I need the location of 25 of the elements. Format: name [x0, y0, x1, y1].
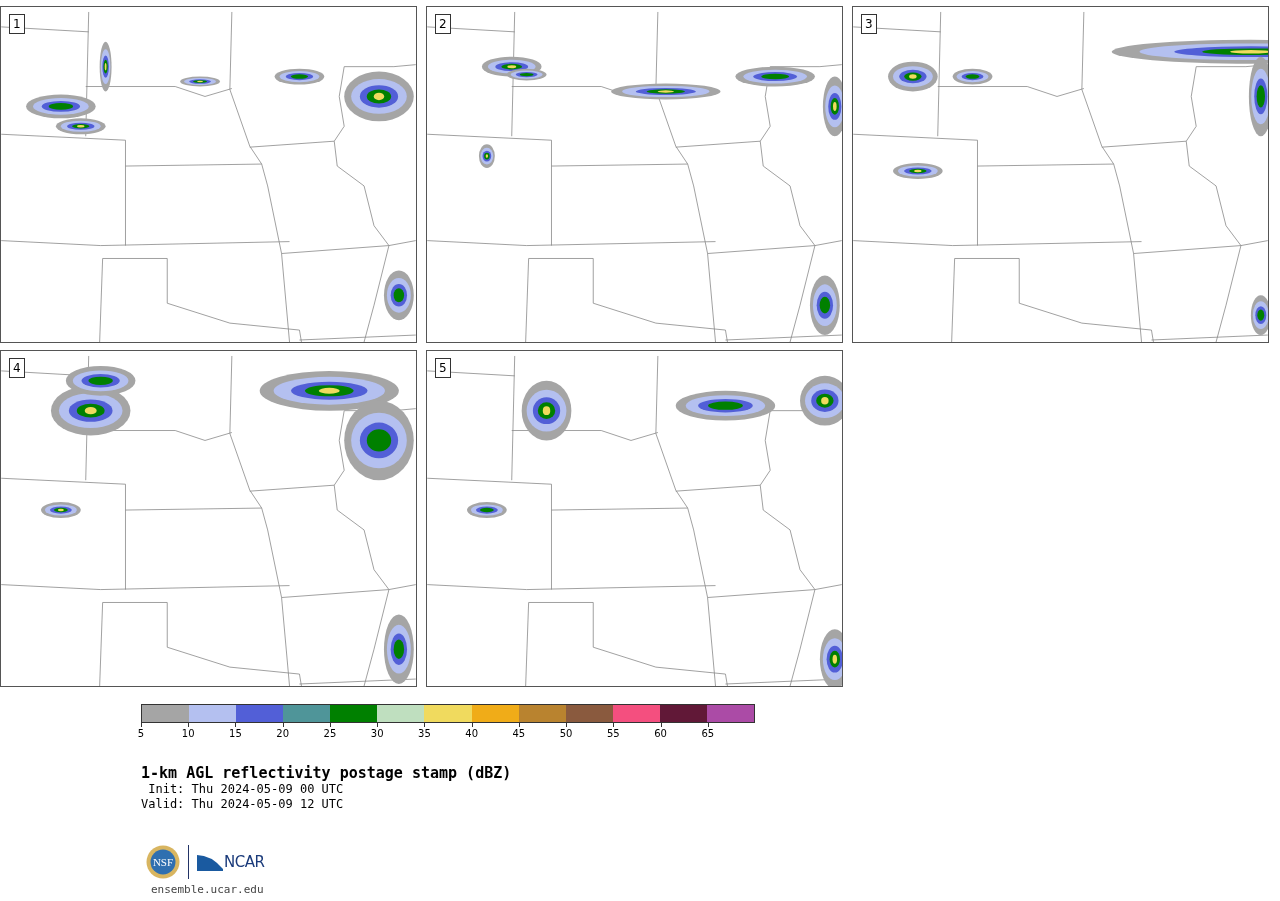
tick-label: 50: [559, 728, 573, 739]
tick-label: 40: [465, 728, 478, 739]
logo-text: NCAR: [224, 853, 265, 871]
tick-label: 65: [701, 728, 715, 739]
init-time: Init: Thu 2024-05-09 00 UTC: [147, 782, 345, 797]
valid-time: Valid: Thu 2024-05-09 12 UTC: [141, 797, 345, 812]
panel-number: 5: [435, 358, 451, 378]
tick-label: 15: [229, 728, 242, 739]
panel-number: 4: [9, 358, 25, 378]
tick-label: 10: [181, 728, 195, 739]
panel-number: 1: [9, 14, 25, 34]
site-url: ensemble.ucar.edu: [151, 883, 265, 896]
tick-label: 25: [323, 728, 337, 739]
tick-label: 45: [512, 728, 526, 739]
logo-text: NSF: [152, 856, 174, 868]
tick-label: 30: [370, 728, 384, 739]
panel-number: 2: [435, 14, 451, 34]
chart-title: 1-km AGL reflectivity postage stamp (dBZ): [141, 764, 513, 782]
panel-number: 3: [861, 14, 877, 34]
tick-label: 5: [137, 728, 145, 739]
tick-label: 60: [654, 728, 667, 739]
swoosh-logo-icon: [197, 853, 223, 871]
tick-label: 20: [276, 728, 290, 739]
tick-label: 35: [418, 728, 431, 739]
tick-label: 55: [607, 728, 620, 739]
